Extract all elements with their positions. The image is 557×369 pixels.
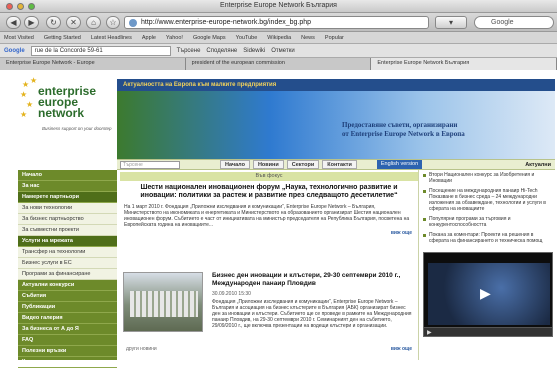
left-nav-item[interactable]: Видео галерия — [18, 313, 117, 324]
left-nav-item[interactable]: Програми за финансиране — [18, 269, 117, 280]
play-icon[interactable]: ▶ — [480, 285, 491, 302]
star-icon: ★ — [30, 76, 38, 85]
header-banner: Актуалността на Европа към малките предп… — [117, 79, 555, 159]
story2-text: Фондация „Приложни изследвания и комуник… — [212, 299, 412, 329]
main-content: Във фокус Шести национален иновационен ф… — [120, 172, 418, 360]
site-menu-bar: Търсене Начало Новини Сектори Контакти E… — [117, 159, 555, 170]
video-player[interactable]: ▶ ▶ — [423, 252, 553, 337]
window-titlebar: Enterprise Europe Network България — [0, 0, 557, 13]
google-sidewiki-button[interactable]: Sidewiki — [243, 48, 265, 54]
banner-top-text: Актуалността на Европа към малките предп… — [117, 79, 555, 91]
bookmark-item[interactable]: Popular — [325, 35, 344, 41]
flag-dropdown-button[interactable]: ▾ — [435, 16, 467, 29]
video-play-button[interactable]: ▶ — [427, 329, 432, 336]
menu-news[interactable]: Новини — [252, 160, 284, 169]
bookmarks-bar: Most Visited Getting Started Latest Head… — [0, 32, 557, 44]
story1-headline[interactable]: Шести национален иновационен форум „Наук… — [120, 184, 418, 200]
left-nav-item[interactable]: Намерете партньори — [18, 192, 117, 203]
reload-button[interactable]: ↻ — [46, 16, 61, 29]
bookmark-item[interactable]: Wikipedia — [267, 35, 291, 41]
url-text: http://www.enterprise-europe-network.bg/… — [141, 19, 312, 26]
back-button[interactable]: ◀ — [6, 16, 21, 29]
left-navigation: Начало За нас Намерете партньори За нови те… — [18, 170, 117, 368]
navigation-toolbar: ◀ ▶ ↻ ✕ ⌂ ☆ http://www.enterprise-europe… — [0, 13, 557, 32]
star-icon: ★ — [22, 80, 30, 89]
logo-wordmark: enterprise europe network — [38, 84, 97, 120]
bookmark-item[interactable]: YouTube — [236, 35, 258, 41]
bookmark-star-icon[interactable]: ☆ — [106, 16, 120, 29]
left-nav-item[interactable]: За бизнес партньорство — [18, 214, 117, 225]
google-share-button[interactable]: Споделяне — [206, 48, 237, 54]
bookmark-item[interactable]: Getting Started — [44, 35, 81, 41]
story2-photo[interactable] — [123, 272, 203, 332]
left-nav-item[interactable]: За нас — [18, 181, 117, 192]
english-version-link[interactable]: English version — [376, 160, 423, 169]
site-logo[interactable]: ★ ★ ★ ★ ★ enterprise europe network Busi… — [18, 76, 118, 156]
story1-more-link[interactable]: виж още — [120, 230, 418, 236]
google-search-input[interactable]: rue de la Concorde 59-61 — [30, 45, 171, 56]
search-placeholder: Google — [491, 19, 514, 26]
news-item[interactable]: Втори Национален конкурс за Изобретения … — [423, 172, 551, 184]
left-nav-item[interactable]: Полезни връзки — [18, 346, 117, 357]
tab-bar: Enterprise Europe Network - Europe presi… — [0, 58, 557, 70]
bookmark-item[interactable]: Apple — [142, 35, 156, 41]
tab-3-active[interactable]: Enterprise Europe Network България — [371, 58, 557, 70]
banner-subtitle: Предоставяне съвети, организирани от Ent… — [342, 121, 465, 138]
window-title: Enterprise Europe Network България — [220, 2, 337, 9]
story2-date: 30.09.2010 15:30 — [212, 291, 251, 297]
google-logo: Google — [4, 47, 25, 54]
bookmark-item[interactable]: News — [301, 35, 315, 41]
menu-contacts[interactable]: Контакти — [322, 160, 357, 169]
site-globe-icon — [129, 19, 137, 27]
bookmark-item[interactable]: Most Visited — [4, 35, 34, 41]
news-item[interactable]: Посещение на международния панаир Hi-Tec… — [423, 188, 551, 212]
search-box[interactable]: Google — [474, 16, 554, 29]
news-item[interactable]: Популярни програми за търговия и конкуре… — [423, 216, 551, 228]
news-item[interactable]: Покана за коментари: Проекти на решения … — [423, 232, 551, 244]
forward-button[interactable]: ▶ — [24, 16, 39, 29]
bookmark-item[interactable]: Latest Headlines — [91, 35, 132, 41]
star-icon: ★ — [26, 100, 34, 109]
left-nav-item[interactable]: Календар — [18, 357, 117, 368]
bookmark-item[interactable]: Yahoo! — [166, 35, 183, 41]
story2-headline[interactable]: Бизнес ден иновации и клъстери, 29-30 се… — [212, 272, 412, 288]
left-nav-item[interactable]: За бизнеса от А до Я — [18, 324, 117, 335]
logo-tagline: Business support on your doorstep — [42, 126, 112, 131]
stop-button[interactable]: ✕ — [66, 16, 81, 29]
home-button[interactable]: ⌂ — [86, 16, 101, 29]
left-nav-item[interactable]: Услуги на мрежата — [18, 236, 117, 247]
bookmark-item[interactable]: Google Maps — [193, 35, 226, 41]
menu-sectors[interactable]: Сектори — [286, 160, 320, 169]
left-nav-item[interactable]: Трансфер на технологии — [18, 247, 117, 258]
left-nav-item[interactable]: Актуални конкурси — [18, 280, 117, 291]
left-nav-item[interactable]: Събития — [18, 291, 117, 302]
address-bar[interactable]: http://www.enterprise-europe-network.bg/… — [124, 16, 429, 29]
menu-home[interactable]: Начало — [220, 160, 250, 169]
google-search-button[interactable]: Търсене — [177, 48, 201, 54]
tab-2[interactable]: president of the european commission — [185, 58, 372, 70]
news-label: Актуални — [525, 161, 551, 168]
news-list: Втори Национален конкурс за Изобретения … — [419, 170, 555, 244]
left-nav-item[interactable]: За нови технологии — [18, 203, 117, 214]
left-nav-item[interactable]: Бизнес услуги в ЕС — [18, 258, 117, 269]
story1-text: На 1 март 2010 г. Фондация „Приложни изс… — [124, 204, 410, 228]
left-nav-item[interactable]: Начало — [18, 170, 117, 181]
google-toolbar: Google rue de la Concorde 59-61 Търсене … — [0, 44, 557, 58]
tab-1[interactable]: Enterprise Europe Network - Europe — [0, 58, 186, 70]
left-nav-item[interactable]: Публикации — [18, 302, 117, 313]
right-column: Втори Национален конкурс за Изобретения … — [418, 170, 555, 360]
left-nav-item[interactable]: FAQ — [18, 335, 117, 346]
story2-photo-more-link[interactable]: други новини — [126, 346, 157, 352]
story2: Бизнес ден иновации и клъстери, 29-30 се… — [120, 269, 418, 359]
left-nav-item[interactable]: За съвместни проекти — [18, 225, 117, 236]
section-title: Във фокус — [120, 172, 418, 181]
star-icon: ★ — [20, 110, 28, 119]
google-bookmarks-button[interactable]: Отметки — [271, 48, 294, 54]
star-icon: ★ — [20, 90, 28, 99]
story2-more-link[interactable]: виж още — [391, 346, 412, 352]
site-search-input[interactable]: Търсене — [120, 160, 180, 169]
video-controls: ▶ — [424, 327, 552, 336]
